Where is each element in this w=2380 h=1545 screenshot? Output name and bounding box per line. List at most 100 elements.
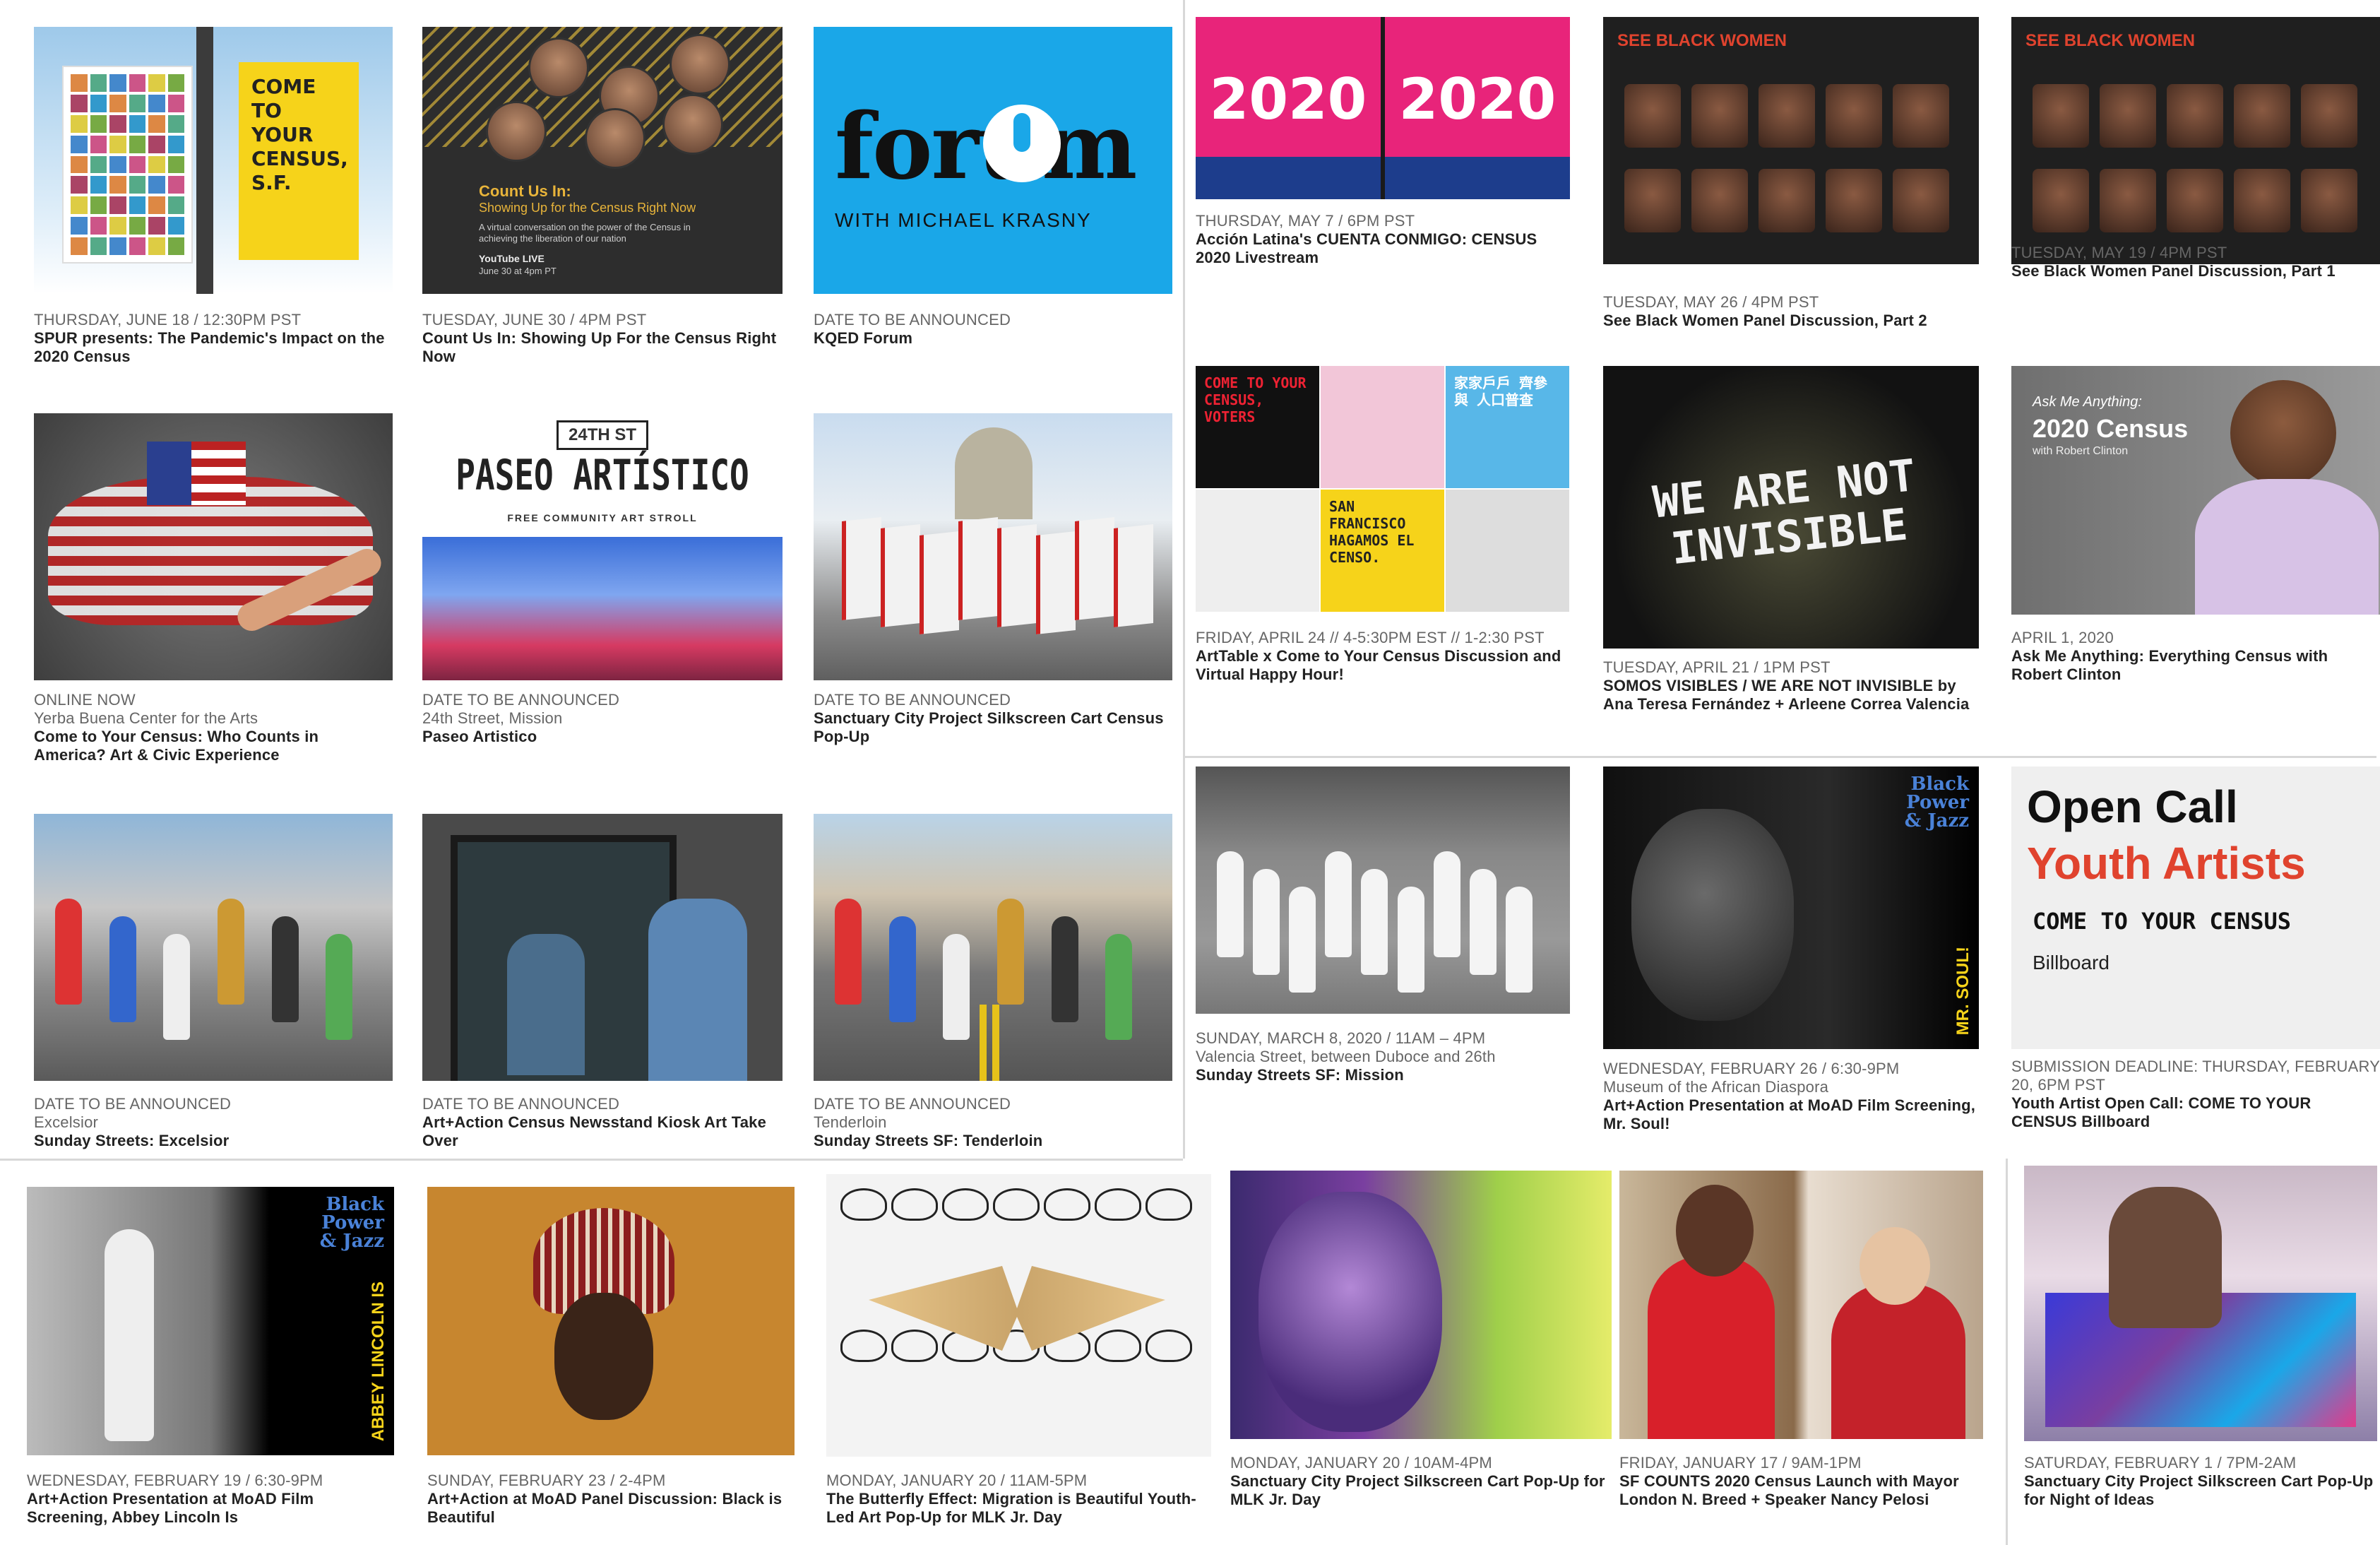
event-title-link[interactable]: Acción Latina's CUENTA CONMIGO: CENSUS 2… [1196,230,1570,267]
event-thumbnail-art: SEE BLACK WOMEN [2011,17,2380,264]
event-caption: DATE TO BE ANNOUNCED Excelsior Sunday Stre… [34,1095,393,1150]
countus-date: June 30 at 4pm PT [479,266,557,276]
event-thumbnail[interactable] [34,413,393,680]
event-thumbnail[interactable]: Black Power & Jazz MR. SOUL! [1603,766,1979,1049]
event-date: TUESDAY, APRIL 21 / 1PM PST [1603,658,1831,676]
event-title-link[interactable]: Art+Action Presentation at MoAD Film Scr… [27,1490,394,1527]
event-title-link[interactable]: SF COUNTS 2020 Census Launch with Mayor … [1619,1472,1983,1509]
event-thumbnail[interactable]: WE ARE NOT INVISIBLE [1603,366,1979,649]
event-thumbnail[interactable] [814,814,1172,1081]
event-thumbnail[interactable] [422,814,783,1081]
event-title-link[interactable]: SPUR presents: The Pandemic's Impact on … [34,329,393,366]
mosaic-tile [167,237,184,255]
event-thumbnail[interactable] [826,1174,1211,1457]
black-power-jazz-logo: Black Power & Jazz [319,1194,384,1252]
event-title-link[interactable]: Sunday Streets SF: Mission [1196,1066,1570,1084]
poster-tile-text: SAN FRANCISCO HAGAMOS EL CENSO. [1329,498,1415,566]
accion-poster: 2020 [1196,17,1381,199]
event-date: FRIDAY, JANUARY 17 / 9AM-1PM [1619,1454,1862,1472]
poster-tile: SAN FRANCISCO HAGAMOS EL CENSO. [1321,490,1444,612]
event-title-link[interactable]: See Black Women Panel Discussion, Part 1 [2011,262,2380,280]
event-title-link[interactable]: Paseo Artistico [422,728,783,746]
event-title-link[interactable]: Count Us In: Showing Up For the Census R… [422,329,783,366]
event-thumbnail[interactable]: COME TO YOUR CENSUS, S.F. [34,27,393,294]
event-thumbnail[interactable]: Ask Me Anything: 2020 Census with Robert C… [2011,366,2380,615]
event-title-link[interactable]: ArtTable x Come to Your Census Discussio… [1196,647,1570,684]
event-title-link[interactable]: Sanctuary City Project Silkscreen Cart P… [2024,1472,2377,1509]
event-thumbnail[interactable]: Count Us In: Showing Up for the Census Ri… [422,27,783,294]
ama-label: Ask Me Anything: [2033,394,2142,410]
event-thumbnail[interactable] [1230,1171,1612,1439]
event-title-link[interactable]: Come to Your Census: Who Counts in Ameri… [34,728,393,764]
countus-heading: Count Us In: [479,182,571,200]
event-thumbnail[interactable]: 24TH ST PASEO ARTÍSTICO FREE COMMUNITY ART… [422,413,783,680]
panelist-photo [2234,169,2290,232]
person [1469,869,1497,975]
event-thumbnail[interactable]: SEE BLACK WOMEN [2011,17,2380,264]
event-title-link[interactable]: SOMOS VISIBLES / WE ARE NOT INVISIBLE by… [1603,677,1979,714]
section-divider [2006,1159,2008,1545]
event-title-link[interactable]: Art+Action Census Newsstand Kiosk Art Ta… [422,1113,783,1150]
mosaic-tile [71,237,88,255]
mosaic-tile [109,114,126,133]
flag [147,442,246,505]
event-thumbnail[interactable]: forumWITH MICHAEL KRASNY [814,27,1172,294]
event-date: SATURDAY, FEBRUARY 1 / 7PM-2AM [2024,1454,2297,1472]
person [997,899,1024,1005]
see-black-women-heading: SEE BLACK WOMEN [1617,31,1787,50]
speaker-photo [486,101,547,162]
event-title-link[interactable]: Art+Action at MoAD Panel Discussion: Bla… [427,1490,795,1527]
event-caption: APRIL 1, 2020 Ask Me Anything: Everything… [2011,629,2380,684]
event-title-link[interactable]: Sanctuary City Project Silkscreen Cart C… [814,709,1172,746]
person [1289,887,1316,993]
event-thumbnail-art: COME TO YOUR CENSUS, VOTERS 家家戶戶 齊參與 人口普查… [1196,366,1570,612]
mosaic-tile [167,176,184,194]
event-thumbnail[interactable]: SEE BLACK WOMEN [1603,17,1979,264]
event-thumbnail-art: Open Call Youth Artists COME TO YOUR CENSU… [2011,766,2380,1049]
event-title-link[interactable]: Sunday Streets SF: Tenderloin [814,1132,1172,1150]
person [1253,869,1280,975]
event-title-link[interactable]: Ask Me Anything: Everything Census with … [2011,647,2380,684]
event-thumbnail-art: COME TO YOUR CENSUS, S.F. [34,27,393,294]
event-thumbnail-art [1230,1171,1612,1439]
black-power-jazz-logo: Black Power & Jazz [1904,774,1969,831]
event-thumbnail[interactable]: Open Call Youth Artists COME TO YOUR CENSU… [2011,766,2380,1049]
forum-host: WITH MICHAEL KRASNY [835,209,1092,231]
event-caption: DATE TO BE ANNOUNCED 24th Street, Mission… [422,691,783,746]
mosaic-tile [148,196,165,215]
speaker-photo [585,108,645,169]
event-thumbnail[interactable] [34,814,393,1081]
event-caption: DATE TO BE ANNOUNCED Art+Action Census Ne… [422,1095,783,1150]
event-title-link[interactable]: Sunday Streets: Excelsior [34,1132,393,1150]
event-thumbnail-art [1196,766,1570,1014]
poster-tile [1446,490,1569,612]
panelist-photo [1759,84,1815,148]
event-thumbnail-art: SEE BLACK WOMEN [1603,17,1979,264]
street-sign-badge: 24TH ST [557,420,649,450]
event-thumbnail[interactable] [1619,1171,1983,1439]
host-sweater [2195,479,2379,615]
mosaic-tile [148,94,165,112]
event-title-link[interactable]: The Butterfly Effect: Migration is Beaut… [826,1490,1211,1527]
event-thumbnail[interactable]: 2020 2020 [1196,17,1570,199]
event-title-link[interactable]: Youth Artist Open Call: COME TO YOUR CEN… [2011,1094,2380,1131]
section-divider [0,1159,1183,1161]
event-title-link[interactable]: Sanctuary City Project Silkscreen Cart P… [1230,1472,1612,1509]
poster-tile [1321,366,1444,488]
event-thumbnail[interactable]: Black Power & Jazz ABBEY LINCOLN IS [27,1187,394,1455]
event-location: Yerba Buena Center for the Arts [34,709,258,727]
person [55,899,82,1005]
event-title-link[interactable]: See Black Women Panel Discussion, Part 2 [1603,312,1979,330]
event-thumbnail[interactable] [1196,766,1570,1014]
event-title-link[interactable]: Art+Action Presentation at MoAD Film Scr… [1603,1096,1979,1133]
event-title-link[interactable]: KQED Forum [814,329,1172,348]
hanging-print [958,517,998,620]
event-thumbnail-art: forumWITH MICHAEL KRASNY [814,27,1172,294]
event-thumbnail-art: Black Power & Jazz ABBEY LINCOLN IS [27,1187,394,1455]
event-thumbnail[interactable] [814,413,1172,680]
butterfly-stamp [1146,1330,1192,1362]
panelist-photo [1826,169,1882,232]
event-thumbnail[interactable]: COME TO YOUR CENSUS, VOTERS 家家戶戶 齊參與 人口普查… [1196,366,1570,612]
event-thumbnail[interactable] [2024,1166,2377,1441]
event-thumbnail[interactable] [427,1187,795,1455]
